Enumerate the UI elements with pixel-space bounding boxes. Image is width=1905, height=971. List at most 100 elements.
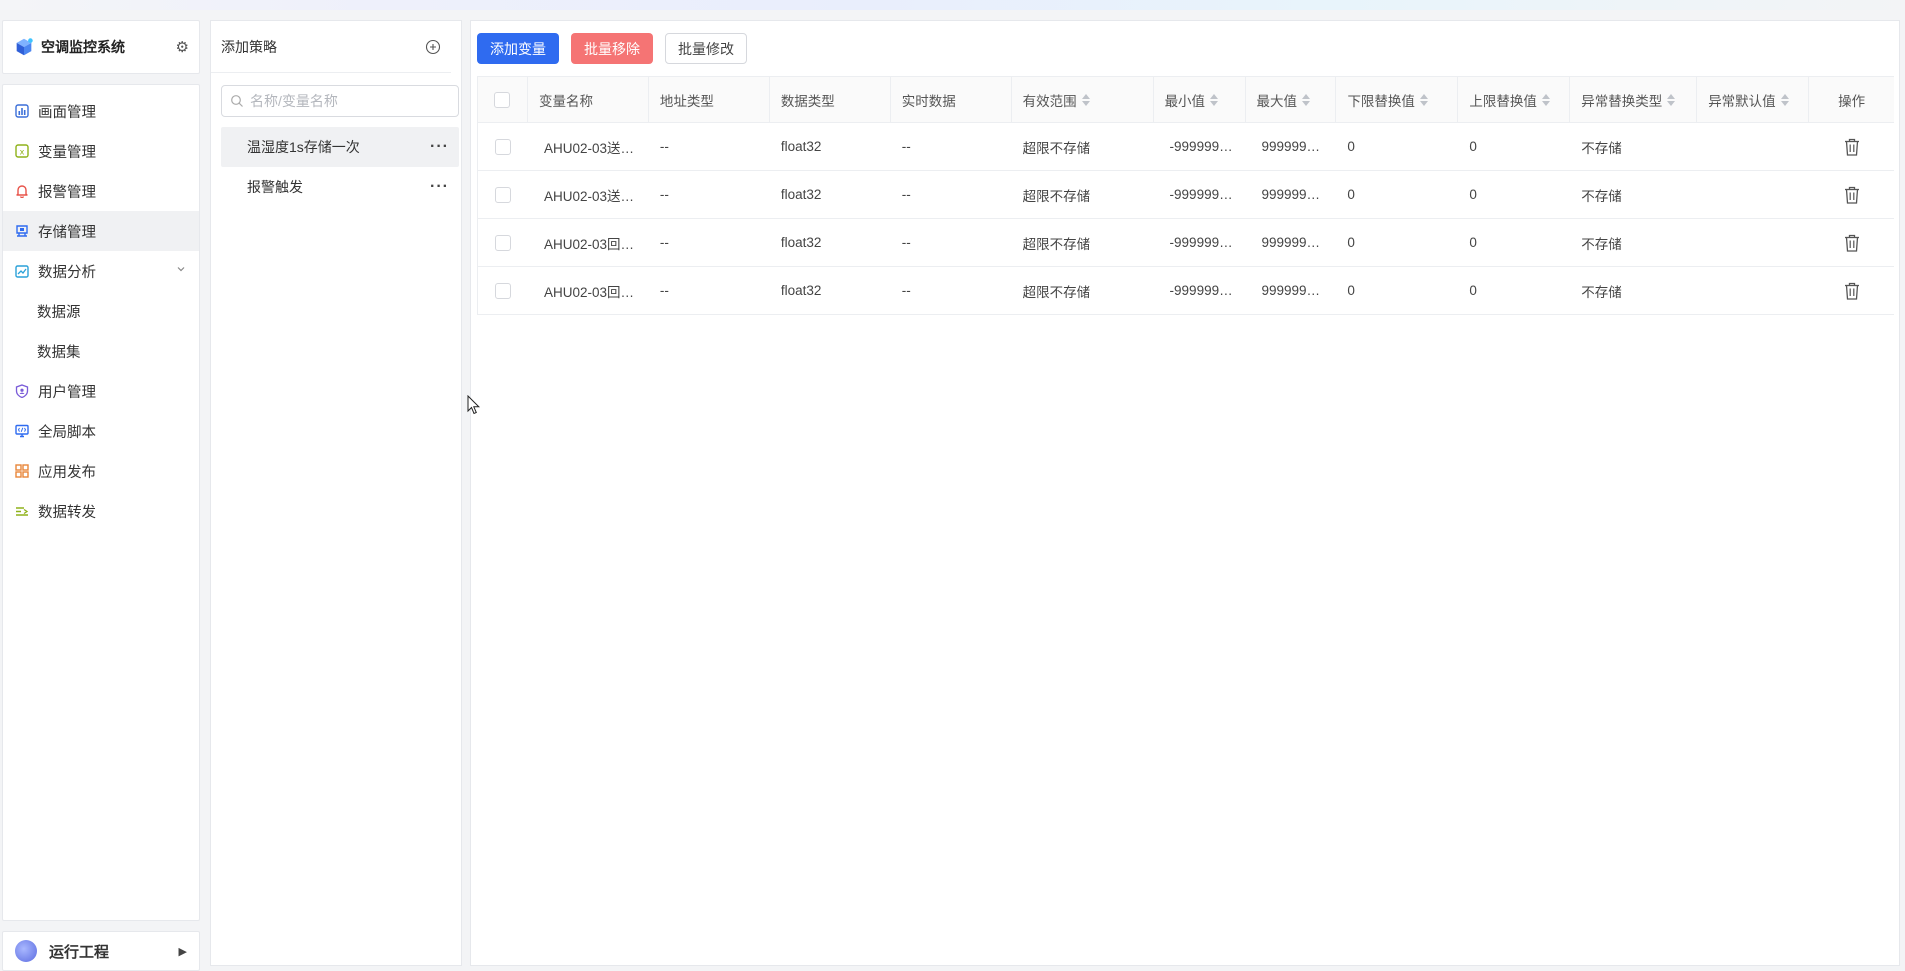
- sort-icon[interactable]: [1667, 93, 1676, 106]
- sidebar-item-screen[interactable]: 画面管理: [3, 91, 199, 131]
- batch-remove-button[interactable]: 批量移除: [571, 33, 653, 64]
- header-valid-range[interactable]: 有效范围: [1012, 77, 1154, 122]
- cell-max: 999999…: [1245, 219, 1336, 266]
- batch-edit-button[interactable]: 批量修改: [665, 33, 747, 64]
- row-checkbox[interactable]: [494, 234, 511, 251]
- row-checkbox[interactable]: [494, 186, 511, 203]
- cell-abnormal-default: [1697, 267, 1809, 314]
- cell-abnormal-default: [1697, 219, 1809, 266]
- sort-icon[interactable]: [1780, 93, 1789, 106]
- cell-value: --: [659, 139, 669, 154]
- search-icon: [231, 95, 243, 107]
- svg-text:x: x: [20, 148, 25, 157]
- cell-value: 不存储: [1581, 236, 1622, 252]
- select-all-checkbox[interactable]: [494, 91, 511, 108]
- header-data-type: 数据类型: [770, 77, 891, 122]
- mouse-cursor-icon: [467, 395, 481, 415]
- sort-icon[interactable]: [1541, 93, 1550, 106]
- cell-value: --: [901, 235, 911, 250]
- more-icon[interactable]: ···: [430, 138, 449, 156]
- cell-value: 0: [1469, 139, 1477, 154]
- strategy-item[interactable]: 报警触发 ···: [221, 167, 459, 207]
- add-circle-icon[interactable]: [425, 39, 441, 55]
- header-max[interactable]: 最大值: [1246, 77, 1337, 122]
- run-project-button[interactable]: 运行工程 ▶: [2, 931, 200, 971]
- more-icon[interactable]: ···: [430, 178, 449, 196]
- sidebar-item-variables[interactable]: x 变量管理: [3, 131, 199, 171]
- header-addr-type: 地址类型: [649, 77, 770, 122]
- cell-data-type: float32: [770, 219, 891, 266]
- header-abnormal-default[interactable]: 异常默认值: [1697, 77, 1810, 122]
- row-checkbox[interactable]: [494, 282, 511, 299]
- sidebar-item-dataset[interactable]: 数据集: [3, 331, 199, 371]
- sidebar-menu: 画面管理 x 变量管理 报警管理 存储管理 数据分析 数据源 数据集 用户管理 …: [2, 84, 200, 921]
- strategy-title: 添加策略: [221, 38, 277, 55]
- cell-abnormal-type: 不存储: [1570, 219, 1697, 266]
- sidebar-item-label: 报警管理: [38, 184, 96, 201]
- header-name: 变量名称: [528, 77, 649, 122]
- cell-name: AHU02-03回…: [528, 267, 649, 314]
- sidebar-item-forward[interactable]: 数据转发: [3, 491, 199, 531]
- header-abnormal-type[interactable]: 异常替换类型: [1570, 77, 1698, 122]
- sort-icon[interactable]: [1081, 93, 1090, 106]
- cell-addr-type: --: [649, 123, 770, 170]
- cell-data-type: float32: [770, 123, 891, 170]
- app-title: 空调监控系统: [41, 39, 125, 55]
- cell-abnormal-type: 不存储: [1570, 123, 1697, 170]
- sidebar-item-analysis[interactable]: 数据分析: [3, 251, 199, 291]
- strategy-item[interactable]: 温湿度1s存储一次 ···: [221, 127, 459, 167]
- cell-upper-replace: 0: [1458, 123, 1570, 170]
- header-min[interactable]: 最小值: [1154, 77, 1246, 122]
- cube-logo-icon: [16, 38, 33, 56]
- trash-icon[interactable]: [1843, 233, 1861, 253]
- sidebar-item-storage[interactable]: 存储管理: [3, 211, 199, 251]
- cell-data-type: float32: [770, 267, 891, 314]
- cell-value: -999999…: [1169, 139, 1233, 154]
- cell-value: float32: [780, 235, 822, 250]
- add-variable-button[interactable]: 添加变量: [477, 33, 559, 64]
- top-gradient-bar: [0, 0, 1905, 10]
- cell-value: 0: [1469, 235, 1477, 250]
- table-body: AHU02-03送… -- float32 -- 超限不存储 -999999… 999999…: [478, 123, 1894, 315]
- cell-value: 0: [1469, 187, 1477, 202]
- cell-min: -999999…: [1154, 219, 1246, 266]
- cell-abnormal-default: [1697, 171, 1809, 218]
- cell-value: AHU02-03回…: [543, 236, 634, 252]
- cell-ops: [1809, 171, 1894, 218]
- sidebar-item-publish[interactable]: 应用发布: [3, 451, 199, 491]
- cell-valid-range: 超限不存储: [1012, 219, 1154, 266]
- row-checkbox[interactable]: [494, 138, 511, 155]
- header-lower-replace[interactable]: 下限替换值: [1336, 77, 1459, 122]
- cell-value: 不存储: [1581, 140, 1622, 156]
- table-row[interactable]: AHU02-03回… -- float32 -- 超限不存储 -999999… 999999…: [478, 267, 1894, 315]
- cell-value: --: [659, 235, 669, 250]
- sidebar-item-scripts[interactable]: 全局脚本: [3, 411, 199, 451]
- header-label: 有效范围: [1022, 93, 1077, 109]
- trash-icon[interactable]: [1843, 185, 1861, 205]
- cell-value: 超限不存储: [1022, 236, 1091, 252]
- cell-lower-replace: 0: [1336, 171, 1458, 218]
- sidebar-item-alarms[interactable]: 报警管理: [3, 171, 199, 211]
- row-checkbox-cell: [478, 219, 528, 266]
- sort-icon[interactable]: [1210, 93, 1219, 106]
- search-input[interactable]: [250, 93, 450, 109]
- cell-max: 999999…: [1245, 123, 1336, 170]
- table-row[interactable]: AHU02-03回… -- float32 -- 超限不存储 -999999… 999999…: [478, 219, 1894, 267]
- table-row[interactable]: AHU02-03送… -- float32 -- 超限不存储 -999999… 999999…: [478, 123, 1894, 171]
- shield-user-icon: [14, 383, 30, 399]
- table-row[interactable]: AHU02-03送… -- float32 -- 超限不存储 -999999… 999999…: [478, 171, 1894, 219]
- sort-icon[interactable]: [1419, 93, 1428, 106]
- trash-icon[interactable]: [1843, 281, 1861, 301]
- header-upper-replace[interactable]: 上限替换值: [1458, 77, 1571, 122]
- run-icon: [15, 940, 37, 962]
- trash-icon[interactable]: [1843, 137, 1861, 157]
- gear-icon[interactable]: ⚙: [176, 38, 189, 56]
- cell-value: 999999…: [1261, 283, 1321, 298]
- sidebar-item-label: 应用发布: [38, 464, 96, 481]
- chevron-down-icon[interactable]: [175, 263, 187, 275]
- cell-name: AHU02-03送…: [528, 123, 649, 170]
- cell-value: 0: [1347, 235, 1355, 250]
- sidebar-item-datasource[interactable]: 数据源: [3, 291, 199, 331]
- sidebar-item-users[interactable]: 用户管理: [3, 371, 199, 411]
- sort-icon[interactable]: [1302, 93, 1310, 106]
